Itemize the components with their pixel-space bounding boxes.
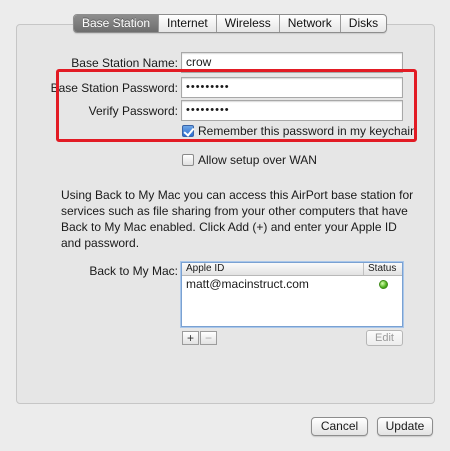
remove-account-button[interactable]: − xyxy=(200,331,217,345)
remember-keychain-row[interactable]: Remember this password in my keychain xyxy=(182,124,417,138)
allow-wan-checkbox[interactable] xyxy=(182,154,194,166)
apple-id-cell: matt@macinstruct.com xyxy=(186,277,309,291)
tab-internet[interactable]: Internet xyxy=(159,15,217,32)
update-button[interactable]: Update xyxy=(377,417,433,436)
column-apple-id[interactable]: Apple ID xyxy=(182,263,364,275)
column-status[interactable]: Status xyxy=(364,263,402,275)
back-to-my-mac-description: Using Back to My Mac you can access this… xyxy=(61,188,414,250)
status-ok-icon xyxy=(378,279,388,289)
base-station-name-label: Base Station Name: xyxy=(71,56,178,70)
cancel-button[interactable]: Cancel xyxy=(311,417,368,436)
base-station-name-field[interactable]: crow xyxy=(181,52,403,73)
tab-wireless[interactable]: Wireless xyxy=(217,15,280,32)
tab-disks[interactable]: Disks xyxy=(341,15,386,32)
verify-password-label: Verify Password: xyxy=(88,104,178,118)
remember-keychain-label: Remember this password in my keychain xyxy=(198,124,417,138)
base-station-password-label: Base Station Password: xyxy=(50,81,178,95)
remember-keychain-checkbox[interactable] xyxy=(182,125,194,137)
airport-utility-window: Base Station Internet Wireless Network D… xyxy=(0,0,450,451)
status-cell xyxy=(364,279,402,289)
allow-wan-row[interactable]: Allow setup over WAN xyxy=(182,153,317,167)
tab-bar: Base Station Internet Wireless Network D… xyxy=(73,14,388,33)
base-station-password-field[interactable]: ••••••••• xyxy=(181,77,403,98)
apple-id-table-header: Apple ID Status xyxy=(182,263,402,276)
tab-network[interactable]: Network xyxy=(280,15,341,32)
allow-wan-label: Allow setup over WAN xyxy=(198,153,317,167)
back-to-my-mac-label: Back to My Mac: xyxy=(89,264,178,278)
apple-id-table[interactable]: Apple ID Status matt@macinstruct.com xyxy=(181,262,403,327)
edit-account-button[interactable]: Edit xyxy=(366,330,403,346)
verify-password-field[interactable]: ••••••••• xyxy=(181,100,403,121)
add-account-button[interactable]: + xyxy=(182,331,199,345)
table-row[interactable]: matt@macinstruct.com xyxy=(182,276,402,292)
tab-base-station[interactable]: Base Station xyxy=(74,15,160,32)
